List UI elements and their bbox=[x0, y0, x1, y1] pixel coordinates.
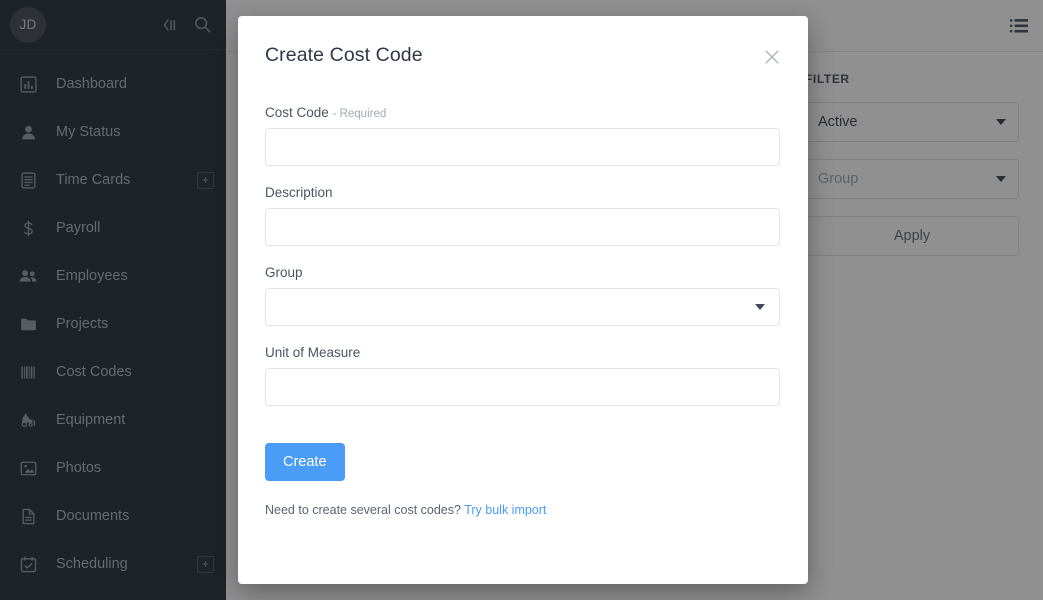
bulk-import-text: Need to create several cost codes? bbox=[265, 503, 461, 517]
cost-code-label-text: Cost Code bbox=[265, 105, 329, 120]
chevron-down-icon bbox=[755, 304, 765, 310]
unit-of-measure-label: Unit of Measure bbox=[265, 345, 781, 360]
description-input[interactable] bbox=[265, 208, 780, 246]
description-label: Description bbox=[265, 185, 781, 200]
cost-code-input[interactable] bbox=[265, 128, 780, 166]
bulk-import-row: Need to create several cost codes? Try b… bbox=[265, 503, 781, 517]
field-description: Description bbox=[265, 185, 781, 246]
modal-header: Create Cost Code bbox=[238, 16, 808, 67]
group-label: Group bbox=[265, 265, 781, 280]
bulk-import-link[interactable]: Try bulk import bbox=[464, 503, 546, 517]
modal-title: Create Cost Code bbox=[265, 44, 423, 67]
app-root: JD bbox=[0, 0, 1043, 600]
field-cost-code: Cost Code - Required bbox=[265, 105, 781, 166]
group-select[interactable] bbox=[265, 288, 780, 326]
cost-code-required-note: - Required bbox=[333, 108, 387, 120]
unit-of-measure-input[interactable] bbox=[265, 368, 780, 406]
field-group: Group bbox=[265, 265, 781, 326]
create-cost-code-modal: Create Cost Code Cost Code - Required De… bbox=[238, 16, 808, 584]
create-button[interactable]: Create bbox=[265, 443, 345, 481]
cost-code-label: Cost Code - Required bbox=[265, 105, 781, 120]
modal-body: Cost Code - Required Description Group U… bbox=[238, 67, 808, 517]
close-icon[interactable] bbox=[762, 47, 782, 67]
field-unit-of-measure: Unit of Measure bbox=[265, 345, 781, 406]
